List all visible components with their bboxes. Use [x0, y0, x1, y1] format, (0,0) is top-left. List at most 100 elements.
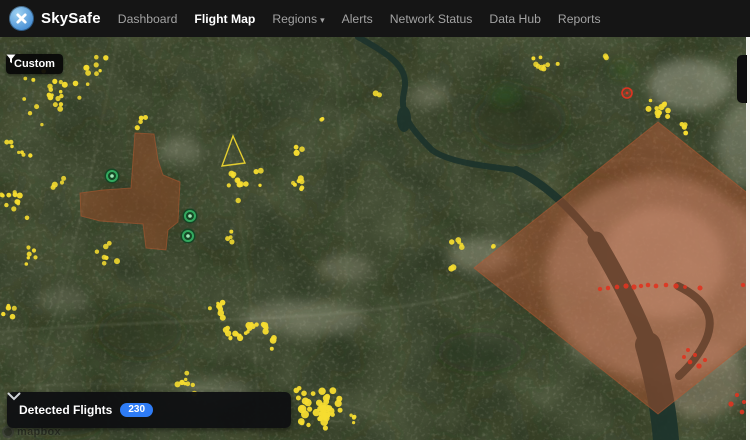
detection-dot[interactable] — [27, 256, 30, 259]
detection-dot[interactable] — [349, 414, 352, 417]
detection-dot[interactable] — [317, 406, 323, 412]
detection-dot[interactable] — [352, 421, 355, 424]
detection-dot[interactable] — [26, 245, 30, 249]
detection-dot[interactable] — [352, 415, 356, 419]
map-canvas[interactable] — [0, 37, 750, 440]
detection-dot[interactable] — [377, 92, 382, 97]
detection-dot[interactable] — [539, 56, 543, 60]
detection-dot[interactable] — [243, 181, 248, 186]
detection-dot[interactable] — [86, 82, 90, 86]
detection-dot[interactable] — [536, 64, 541, 69]
detection-dot[interactable] — [300, 185, 305, 190]
detection-dot[interactable] — [28, 111, 32, 115]
detection-dot[interactable] — [657, 110, 662, 115]
detection-dot[interactable] — [682, 125, 687, 130]
detection-dot[interactable] — [4, 140, 9, 145]
detection-dot[interactable] — [103, 55, 108, 60]
detection-dot[interactable] — [59, 90, 63, 94]
detection-dot[interactable] — [59, 80, 63, 84]
alert-dot[interactable] — [654, 284, 659, 289]
detection-dot[interactable] — [98, 69, 101, 72]
detection-dot[interactable] — [236, 198, 241, 203]
nav-item-regions[interactable]: Regions▾ — [272, 12, 324, 26]
detection-dot[interactable] — [491, 244, 496, 249]
green-cluster-marker[interactable] — [181, 229, 196, 244]
nav-item-data-hub[interactable]: Data Hub — [489, 12, 541, 26]
detection-dot[interactable] — [94, 71, 99, 76]
detection-dot[interactable] — [94, 62, 99, 67]
nav-item-dashboard[interactable]: Dashboard — [118, 12, 178, 26]
detection-dot[interactable] — [254, 169, 259, 174]
detection-dot[interactable] — [296, 396, 301, 401]
detection-dot[interactable] — [59, 102, 63, 106]
detection-dot[interactable] — [556, 62, 560, 66]
detection-dot[interactable] — [244, 331, 248, 335]
detection-dot[interactable] — [449, 239, 454, 244]
nav-item-alerts[interactable]: Alerts — [342, 12, 373, 26]
detection-dot[interactable] — [34, 104, 39, 109]
detection-dot[interactable] — [77, 96, 81, 100]
detection-dot[interactable] — [325, 394, 331, 400]
detection-dot[interactable] — [60, 180, 64, 184]
detection-dot[interactable] — [541, 66, 546, 71]
detection-dot[interactable] — [14, 199, 19, 204]
detection-dot[interactable] — [229, 230, 233, 234]
detection-dot[interactable] — [25, 262, 29, 266]
detection-dot[interactable] — [323, 425, 328, 430]
detection-dot[interactable] — [1, 312, 5, 316]
detection-dot[interactable] — [665, 114, 670, 119]
detection-dot[interactable] — [220, 315, 226, 321]
alert-dot[interactable] — [686, 348, 690, 352]
detection-dot[interactable] — [184, 371, 189, 376]
detection-dot[interactable] — [32, 248, 36, 252]
detection-dot[interactable] — [603, 53, 608, 58]
detection-dot[interactable] — [665, 108, 671, 114]
detection-dot[interactable] — [52, 79, 57, 84]
alert-dot[interactable] — [741, 283, 745, 287]
detection-dot[interactable] — [59, 94, 63, 98]
detection-dot[interactable] — [25, 216, 30, 221]
detection-dot[interactable] — [323, 399, 329, 405]
detection-dot[interactable] — [84, 65, 90, 71]
detection-dot[interactable] — [4, 203, 8, 207]
detection-dot[interactable] — [183, 382, 186, 385]
detection-dot[interactable] — [12, 306, 17, 311]
detection-dot[interactable] — [646, 106, 652, 112]
detection-dot[interactable] — [138, 120, 143, 125]
detection-dot[interactable] — [114, 258, 120, 264]
alert-dot[interactable] — [623, 283, 628, 288]
detection-dot[interactable] — [335, 400, 342, 407]
detection-dot[interactable] — [184, 378, 187, 381]
detection-dot[interactable] — [22, 153, 26, 157]
detection-dot[interactable] — [238, 334, 242, 338]
detection-dot[interactable] — [27, 252, 32, 257]
alert-dot[interactable] — [683, 285, 687, 289]
alert-dot[interactable] — [688, 360, 693, 365]
map-control-partial[interactable] — [737, 55, 747, 103]
detection-dot[interactable] — [52, 182, 58, 188]
detection-dot[interactable] — [10, 145, 14, 149]
nav-item-network-status[interactable]: Network Status — [390, 12, 473, 26]
detection-dot[interactable] — [6, 304, 10, 308]
detection-dot[interactable] — [53, 102, 58, 107]
nav-item-reports[interactable]: Reports — [558, 12, 601, 26]
detection-dot[interactable] — [31, 78, 35, 82]
detection-dot[interactable] — [298, 418, 305, 425]
alert-dot[interactable] — [697, 285, 702, 290]
detection-dot[interactable] — [47, 84, 52, 89]
detection-dot[interactable] — [227, 183, 231, 187]
alert-dot[interactable] — [606, 286, 610, 290]
detection-dot[interactable] — [191, 383, 195, 387]
detection-dot[interactable] — [683, 131, 688, 136]
detection-dot[interactable] — [23, 77, 27, 81]
detection-dot[interactable] — [10, 314, 16, 320]
detection-dot[interactable] — [13, 190, 17, 194]
detection-dot[interactable] — [61, 176, 66, 181]
alert-dot[interactable] — [646, 283, 651, 288]
detection-dot[interactable] — [107, 241, 112, 246]
alert-dot[interactable] — [703, 358, 707, 362]
detection-dot[interactable] — [301, 391, 307, 397]
detection-dot[interactable] — [229, 239, 234, 244]
detection-dot[interactable] — [294, 145, 299, 150]
detection-dot[interactable] — [649, 99, 653, 103]
